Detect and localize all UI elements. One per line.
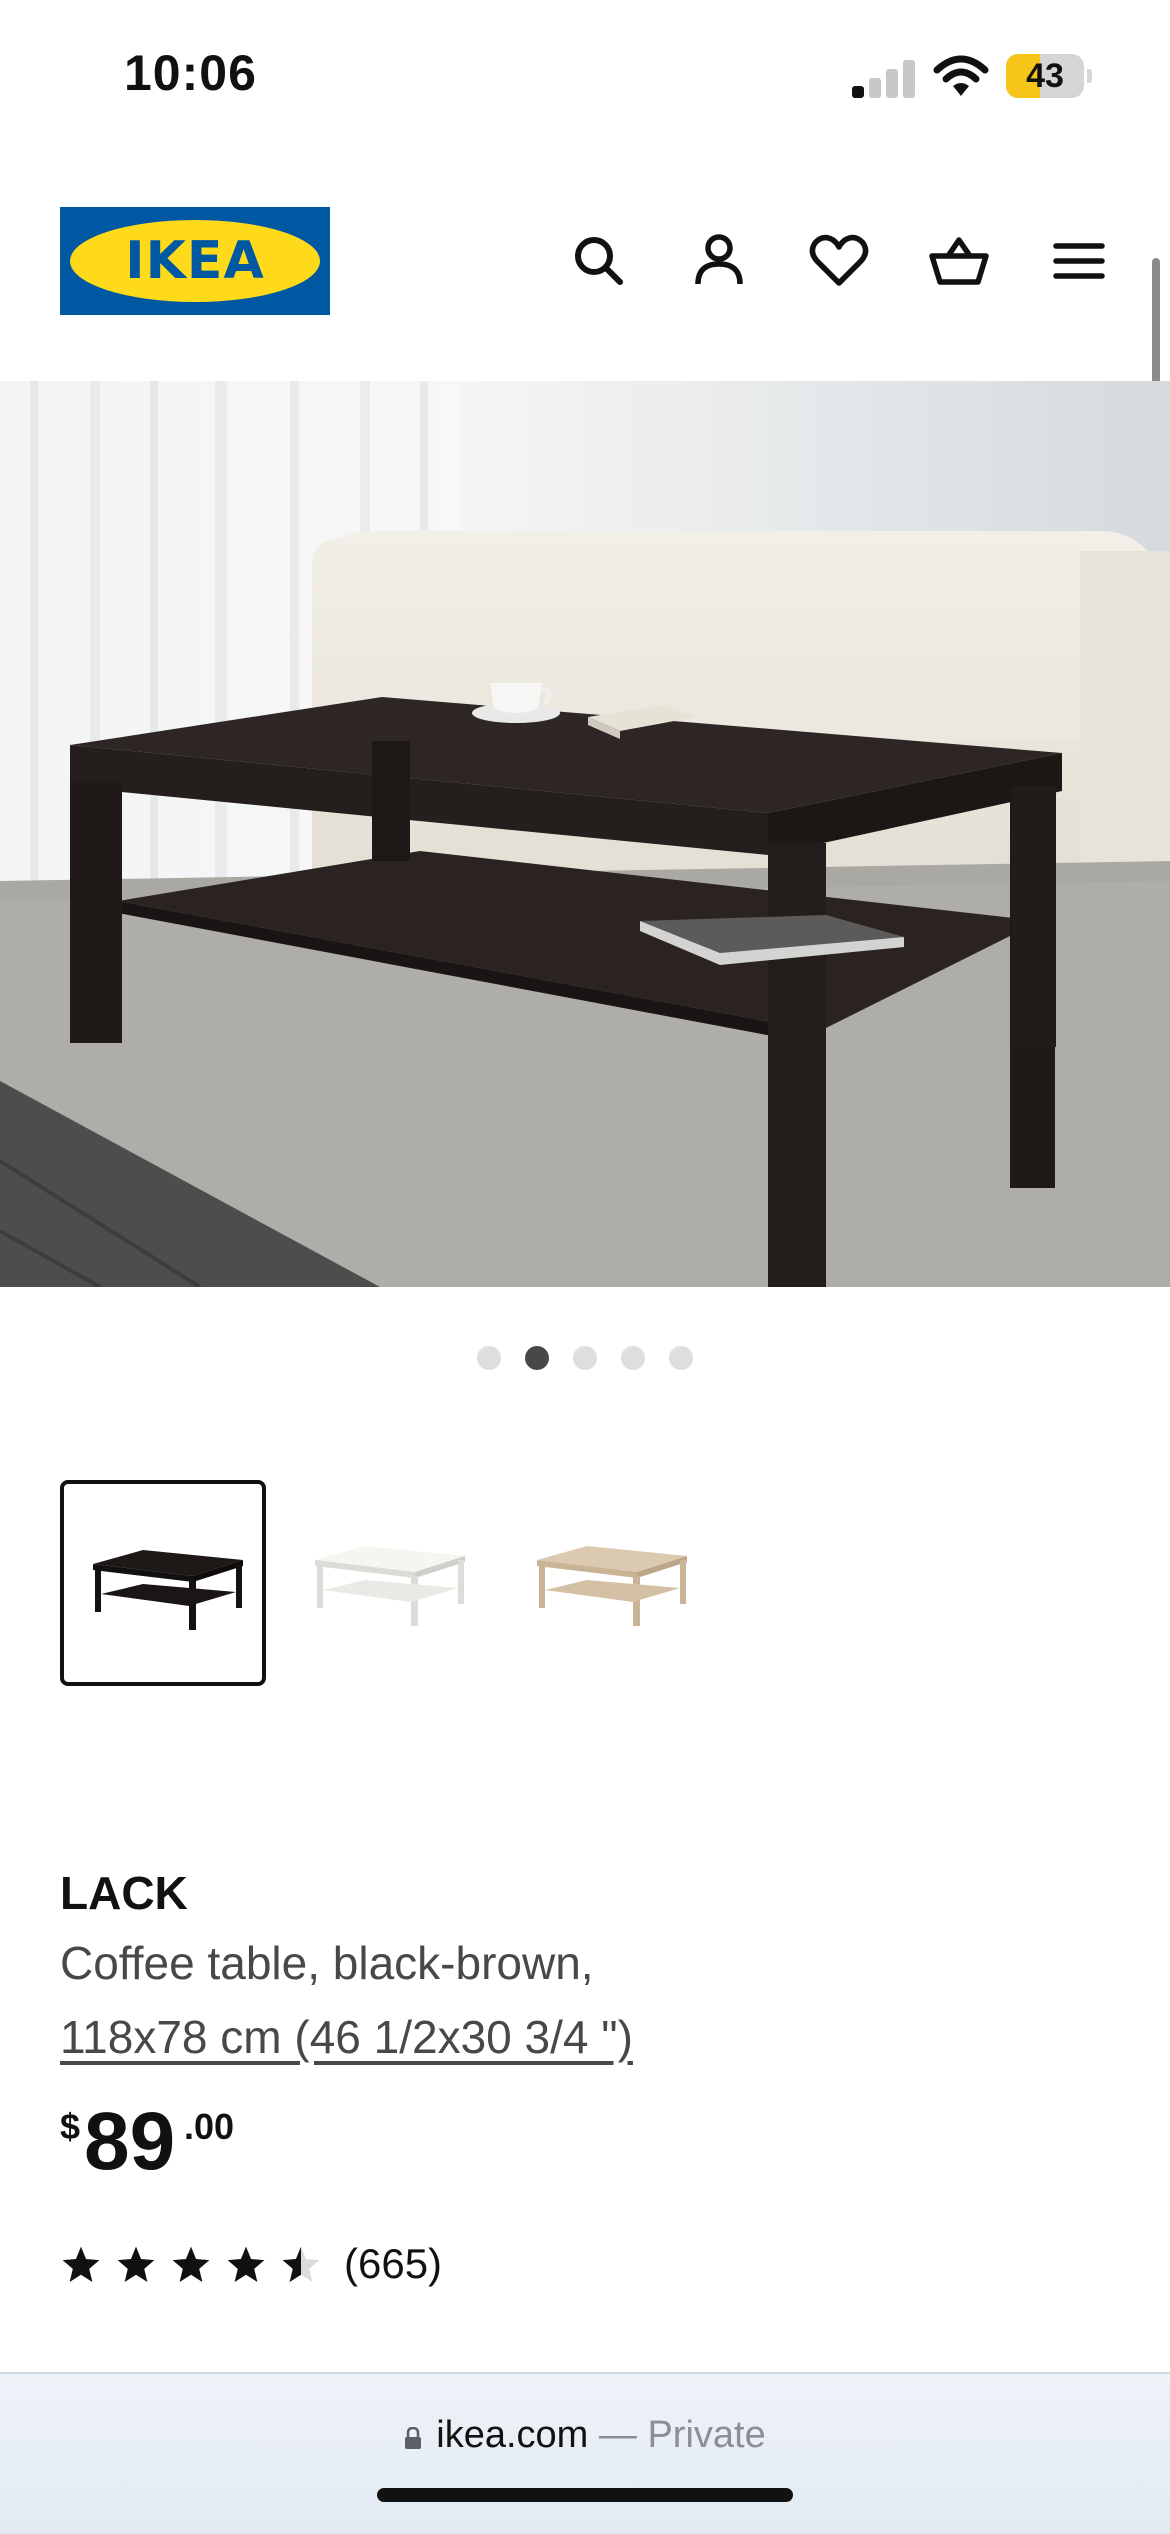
ikea-logo[interactable]: IKEA ® [60, 207, 330, 315]
lock-icon [405, 2427, 422, 2449]
search-icon[interactable] [566, 228, 632, 294]
home-indicator[interactable] [377, 2488, 793, 2502]
product-name: LACK [60, 1867, 188, 1919]
status-time: 10:06 [124, 45, 257, 101]
site-header: IKEA ® [0, 170, 1170, 380]
price-currency: $ [60, 2106, 81, 2147]
price-decimal: .00 [184, 2106, 235, 2147]
status-bar: 10:06 43 [0, 0, 1170, 150]
account-icon[interactable] [686, 228, 752, 294]
wishlist-heart-icon[interactable] [806, 228, 872, 294]
logo-text: IKEA [125, 231, 265, 291]
browser-private-mode: Private [647, 2414, 766, 2456]
cart-basket-icon[interactable] [926, 228, 992, 294]
browser-url[interactable]: ikea.com — Private [0, 2414, 1170, 2457]
menu-icon[interactable] [1046, 228, 1112, 294]
review-count[interactable]: (665) [344, 2240, 442, 2288]
product-description: Coffee table, black-brown, [60, 1937, 594, 1989]
battery-indicator: 43 [1006, 54, 1092, 98]
price-integer: 89 [84, 2096, 176, 2187]
wifi-icon [933, 54, 989, 98]
star-half-icon [282, 2246, 320, 2282]
carousel-pagination [0, 1346, 1170, 1374]
carousel-dot[interactable] [621, 1346, 645, 1370]
star-full-icon [117, 2246, 155, 2282]
battery-percent: 43 [1026, 57, 1064, 95]
cellular-signal-icon [852, 58, 916, 98]
variant-thumb-black-brown[interactable] [60, 1480, 266, 1686]
carousel-dot[interactable] [669, 1346, 693, 1370]
product-main-image[interactable] [0, 381, 1170, 1287]
product-size-link[interactable]: 118x78 cm (46 1/2x30 3/4 ") [60, 2010, 633, 2064]
carousel-dot[interactable] [573, 1346, 597, 1370]
browser-domain: ikea.com [436, 2414, 589, 2456]
star-full-icon [227, 2246, 265, 2282]
variant-thumb-white[interactable] [286, 1480, 492, 1686]
star-full-icon [62, 2246, 100, 2282]
browser-address-bar[interactable]: ikea.com — Private [0, 2372, 1170, 2534]
carousel-dot[interactable] [477, 1346, 501, 1370]
star-full-icon [172, 2246, 210, 2282]
browser-separator: — [588, 2414, 648, 2456]
variant-thumb-white-stained-oak[interactable] [508, 1480, 714, 1686]
carousel-dot-active[interactable] [525, 1346, 549, 1370]
